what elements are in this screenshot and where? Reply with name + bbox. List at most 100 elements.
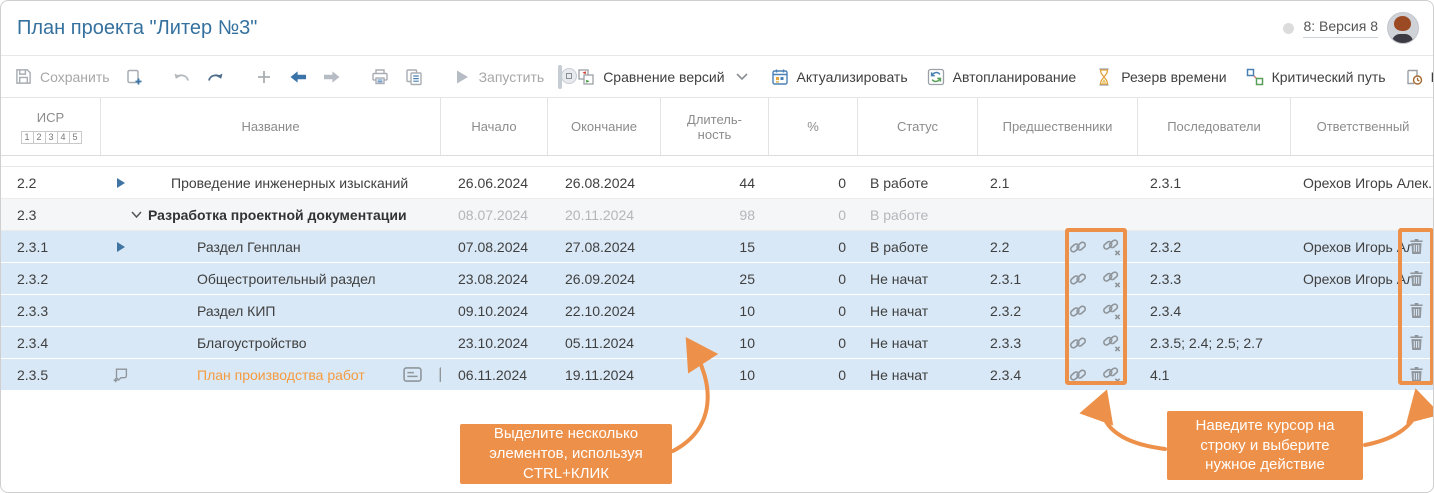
task-name: Раздел КИП (197, 303, 275, 319)
time-reserve-button[interactable]: Резерв времени (1094, 67, 1226, 87)
duration-value: 98 (661, 199, 769, 230)
time-reserve-label: Резерв времени (1121, 69, 1226, 85)
predecessors-value: 2.3.3 (990, 335, 1021, 351)
table-row[interactable]: 2.2 Проведение инженерных изысканий 26.0… (1, 167, 1433, 199)
table-row[interactable]: 2.3.2 Общестроительный раздел 23.08.2024… (1, 263, 1433, 295)
redo-button[interactable] (206, 67, 226, 87)
undo-button[interactable] (172, 67, 192, 87)
end-date: 19.11.2024 (548, 359, 661, 390)
status-value: В работе (858, 231, 978, 262)
link-actions (1069, 301, 1122, 320)
task-name: Раздел Генплан (197, 239, 301, 255)
chain-link-icon[interactable] (1069, 366, 1087, 384)
percent-value: 0 (769, 359, 858, 390)
status-value: В работе (858, 199, 978, 230)
chain-unlink-icon[interactable] (1103, 333, 1122, 352)
actualize-button[interactable]: Актуализировать (770, 67, 908, 87)
chain-unlink-icon[interactable] (1103, 365, 1122, 384)
critical-path-label: Критический путь (1272, 69, 1386, 85)
autoplan-button[interactable]: Автопланирование (926, 67, 1077, 87)
table-row[interactable]: 2.3.4 Благоустройство 23.10.2024 05.11.2… (1, 327, 1433, 359)
predecessors-value: 2.3.4 (990, 367, 1021, 383)
print-button[interactable] (370, 67, 390, 87)
copy-button[interactable] (404, 67, 424, 87)
predecessors-value: 2.1 (978, 167, 1138, 198)
percent-value: 0 (769, 167, 858, 198)
end-date: 26.08.2024 (548, 167, 661, 198)
run-button[interactable]: Запустить (452, 67, 545, 87)
outdent-button[interactable] (288, 67, 308, 87)
chain-link-icon[interactable] (1069, 270, 1087, 288)
trash-icon[interactable] (1409, 270, 1424, 287)
add-row-button[interactable] (254, 67, 274, 87)
successors-value: 2.3.1 (1138, 167, 1291, 198)
column-header-percent[interactable]: % (769, 98, 858, 155)
wbs-value: 2.3.5 (1, 359, 101, 390)
column-header-succ[interactable]: Последователи (1138, 98, 1291, 155)
arrow-to-link-actions (1103, 395, 1165, 449)
chain-unlink-icon[interactable] (1103, 237, 1122, 256)
column-header-pred[interactable]: Предшественники (978, 98, 1138, 155)
table-row[interactable]: 2.3.3 Раздел КИП 09.10.2024 22.10.2024 1… (1, 295, 1433, 327)
table-row[interactable]: 2.3.1 Раздел Генплан 07.08.2024 27.08.20… (1, 231, 1433, 263)
successors-value: 2.3.3 (1138, 263, 1291, 294)
critical-path-button[interactable]: Критический путь (1245, 67, 1386, 87)
successors-value (1138, 199, 1291, 230)
expand-toggle[interactable] (101, 178, 141, 188)
flag-plus-icon[interactable] (101, 366, 141, 384)
run-mode-toggle[interactable] (558, 65, 562, 89)
column-header-name[interactable]: Название (101, 98, 441, 155)
chain-unlink-icon[interactable] (1103, 301, 1122, 320)
successors-value: 2.3.4 (1138, 295, 1291, 326)
compare-versions-button[interactable]: Сравнение версий (576, 67, 751, 87)
callout-multi-select: Выделите несколько элементов, используя … (460, 424, 672, 484)
duration-value: 25 (661, 263, 769, 294)
task-name: Благоустройство (197, 335, 307, 351)
trash-icon[interactable] (1409, 238, 1424, 255)
trash-icon[interactable] (1409, 302, 1424, 319)
toolbar-right-group: Сравнение версий Актуализировать Автопла… (576, 67, 1434, 87)
user-avatar[interactable] (1387, 12, 1419, 44)
level-button-5[interactable]: 5 (69, 131, 82, 144)
wbs-value: 2.3.1 (1, 231, 101, 262)
duration-value: 15 (661, 231, 769, 262)
task-name: Общестроительный раздел (197, 271, 376, 287)
column-header-end[interactable]: Окончание (548, 98, 661, 155)
start-date: 23.08.2024 (441, 263, 548, 294)
chevron-down-icon[interactable] (131, 211, 142, 218)
trash-icon[interactable] (1409, 366, 1424, 383)
trash-icon[interactable] (1409, 334, 1424, 351)
wbs-header-label: ИСР (37, 110, 64, 125)
start-date: 09.10.2024 (441, 295, 548, 326)
indent-button[interactable] (322, 67, 342, 87)
end-date: 05.11.2024 (548, 327, 661, 358)
chain-link-icon[interactable] (1069, 238, 1087, 256)
network-nodes-icon (1245, 67, 1265, 87)
link-actions (1069, 365, 1122, 384)
predecessors-value: 2.3.1 (990, 271, 1021, 287)
save-button[interactable]: Сохранить (13, 67, 110, 87)
copy-structure-button[interactable] (124, 67, 144, 87)
chain-link-icon[interactable] (1069, 302, 1087, 320)
link-actions (1069, 333, 1122, 352)
task-name-link[interactable]: План производства работ (197, 367, 365, 383)
task-extra-icons (403, 366, 441, 383)
column-header-wbs[interactable]: ИСР 1 2 3 4 5 (1, 98, 101, 155)
version-selector[interactable]: 8: Версия 8 (1303, 18, 1378, 38)
chain-link-icon[interactable] (1069, 334, 1087, 352)
column-header-resp[interactable]: Ответственный (1291, 98, 1434, 155)
column-header-start[interactable]: Начало (441, 98, 548, 155)
resources-button[interactable]: Ресурсы (1404, 67, 1434, 87)
task-name: Разработка проектной документации (148, 207, 407, 223)
expand-toggle[interactable] (101, 242, 141, 252)
page-title: План проекта "Литер №3" (17, 17, 257, 40)
copy-icon (404, 67, 424, 87)
card-icon[interactable] (403, 367, 422, 382)
column-header-status[interactable]: Статус (858, 98, 978, 155)
chain-unlink-icon[interactable] (1103, 269, 1122, 288)
start-date: 07.08.2024 (441, 231, 548, 262)
column-header-duration[interactable]: Длитель-ность (661, 98, 769, 155)
hourglass-icon (1094, 67, 1114, 87)
table-row[interactable]: 2.3.5 План производства работ 06.11.2024… (1, 359, 1433, 391)
table-row-group[interactable]: 2.3 Разработка проектной документации 08… (1, 199, 1433, 231)
